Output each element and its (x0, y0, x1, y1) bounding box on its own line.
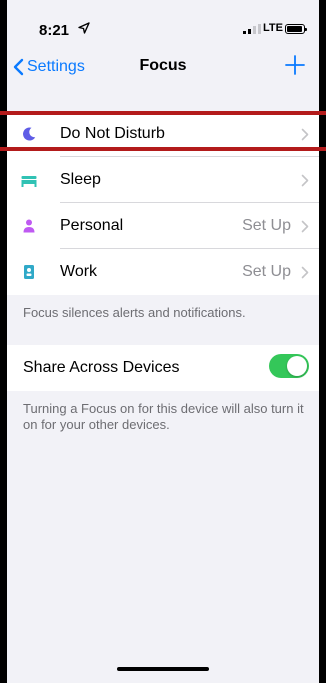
focus-item-sleep[interactable]: Sleep (7, 157, 319, 203)
toggle-knob (287, 356, 307, 376)
bed-icon (21, 176, 37, 187)
signal-icon (243, 24, 261, 34)
focus-item-label: Do Not Disturb (60, 125, 165, 142)
share-group: Share Across Devices (7, 345, 319, 391)
focus-item-value: Set Up (242, 217, 291, 234)
person-icon (23, 219, 35, 233)
location-arrow-icon (78, 22, 90, 34)
chevron-right-icon (301, 220, 309, 233)
focus-item-label: Work (60, 263, 98, 280)
chevron-right-icon (301, 266, 309, 279)
phone-frame: 8:21 LTE Settings Focus Do Not Disturb S… (0, 0, 326, 683)
chevron-right-icon (301, 174, 309, 187)
status-time: 8:21 (39, 22, 70, 39)
moon-icon (23, 127, 36, 141)
focus-item-work[interactable]: Work Set Up (7, 249, 319, 295)
share-across-devices-row: Share Across Devices (7, 345, 319, 391)
share-across-devices-label: Share Across Devices (23, 359, 180, 376)
focus-item-value: Set Up (242, 263, 291, 280)
plus-icon[interactable] (283, 53, 307, 77)
focus-list: Do Not Disturb Sleep Personal Set Up Wor… (7, 111, 319, 295)
battery-icon (285, 24, 307, 34)
network-type: LTE (263, 22, 283, 34)
page-title: Focus (139, 57, 187, 74)
work-id-icon (24, 265, 34, 279)
highlight-line-bottom (0, 147, 326, 151)
focus-item-label: Personal (60, 217, 124, 234)
status-bar: 8:21 LTE (7, 0, 319, 50)
navigation-bar: Settings Focus (7, 50, 319, 86)
home-indicator[interactable] (117, 667, 209, 671)
share-footer-text: Turning a Focus on for this device will … (23, 401, 304, 432)
highlight-line-top (0, 111, 326, 115)
focus-item-personal[interactable]: Personal Set Up (7, 203, 319, 249)
focus-item-label: Sleep (60, 171, 101, 188)
share-across-devices-toggle[interactable] (269, 354, 309, 378)
chevron-right-icon (301, 128, 309, 141)
screen: 8:21 LTE Settings Focus Do Not Disturb S… (7, 0, 319, 683)
focus-footer-text: Focus silences alerts and notifications. (23, 305, 246, 320)
